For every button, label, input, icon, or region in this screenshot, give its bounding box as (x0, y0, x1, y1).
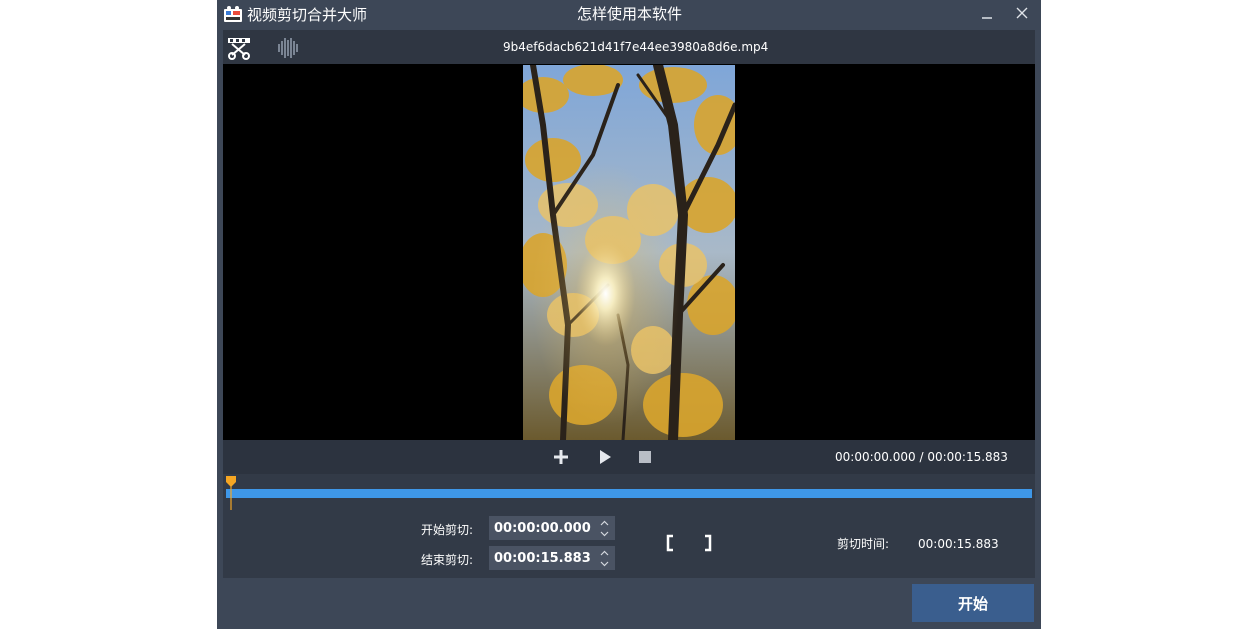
current-time: 00:00:00.000 (835, 450, 916, 464)
cut-settings: 开始剪切: 结束剪切: (223, 510, 1035, 578)
start-cut-label: 开始剪切: (421, 523, 474, 537)
playhead-handle[interactable] (225, 474, 237, 510)
minimize-icon[interactable] (979, 6, 995, 22)
time-display: 00:00:00.000 / 00:00:15.883 (835, 449, 1008, 465)
chevron-down-icon (600, 561, 608, 566)
timeline[interactable] (223, 474, 1035, 510)
file-name: 9b4ef6dacb621d41f7e44ee3980a8d6e.mp4 (503, 40, 769, 54)
app-logo-icon (224, 6, 242, 22)
footer: 开始 (217, 578, 1041, 629)
video-frame (523, 65, 735, 440)
total-time: 00:00:15.883 (927, 450, 1008, 464)
play-icon[interactable] (596, 448, 614, 466)
bracket-end-icon[interactable] (703, 534, 713, 552)
waveform-icon[interactable] (276, 37, 300, 59)
bracket-start-icon[interactable] (665, 534, 675, 552)
stop-icon[interactable] (636, 448, 654, 466)
help-link[interactable]: 怎样使用本软件 (577, 4, 682, 24)
playback-controls: 00:00:00.000 / 00:00:15.883 (223, 440, 1035, 474)
chevron-up-icon (600, 520, 608, 525)
video-preview[interactable] (223, 64, 1035, 440)
start-cut-field[interactable] (489, 516, 615, 540)
end-cut-decrement[interactable] (595, 558, 613, 569)
cut-duration-label: 剪切时间: (837, 537, 890, 551)
editor-panel: 9b4ef6dacb621d41f7e44ee3980a8d6e.mp4 00:… (223, 30, 1035, 578)
end-cut-field[interactable] (489, 546, 615, 570)
start-cut-increment[interactable] (595, 517, 613, 528)
chevron-up-icon (600, 550, 608, 555)
start-button[interactable]: 开始 (912, 584, 1034, 622)
title-bar[interactable]: 视频剪切合并大师 怎样使用本软件 (217, 0, 1041, 30)
chevron-down-icon (600, 531, 608, 536)
start-cut-input[interactable] (489, 516, 593, 540)
end-cut-input[interactable] (489, 546, 593, 570)
app-title: 视频剪切合并大师 (247, 6, 368, 24)
start-cut-decrement[interactable] (595, 528, 613, 539)
scissors-cut-icon[interactable] (227, 36, 251, 60)
cut-duration-value: 00:00:15.883 (918, 537, 999, 551)
timeline-track[interactable] (226, 489, 1032, 498)
time-separator: / (919, 450, 924, 464)
close-icon[interactable] (1014, 6, 1030, 22)
end-cut-increment[interactable] (595, 547, 613, 558)
app-window: 视频剪切合并大师 怎样使用本软件 9b4ef6dacb621d41f7e44ee… (217, 0, 1041, 629)
toolbar: 9b4ef6dacb621d41f7e44ee3980a8d6e.mp4 (223, 30, 1035, 64)
end-cut-label: 结束剪切: (421, 553, 474, 567)
plus-icon[interactable] (552, 448, 570, 466)
